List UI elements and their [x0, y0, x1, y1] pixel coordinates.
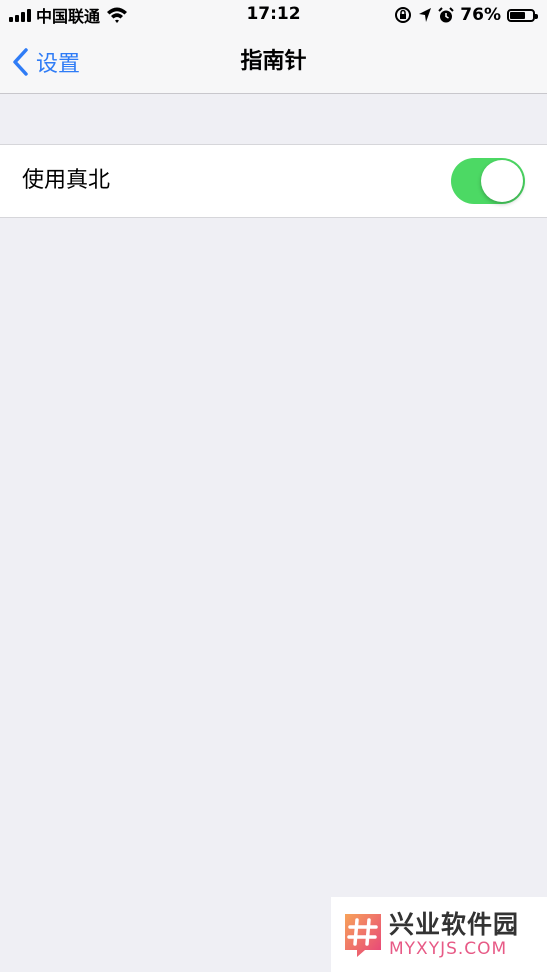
watermark-url: MYXYJS.COM: [389, 939, 508, 959]
page-title: 指南针: [240, 49, 307, 74]
battery-fill: [510, 11, 525, 19]
status-bar: 中国联通 17:12 76%: [0, 0, 547, 30]
rotation-lock-icon: [395, 7, 412, 23]
settings-group: 使用真北: [0, 144, 547, 218]
watermark: 兴业软件园 MYXYJS.COM: [331, 897, 547, 972]
battery-tip: [535, 13, 538, 19]
true-north-label: 使用真北: [22, 168, 111, 193]
alarm-icon: [438, 6, 455, 22]
status-bar-right: 76%: [394, 5, 538, 25]
navigation-bar: 设置 指南针: [0, 30, 547, 94]
true-north-toggle[interactable]: [451, 158, 525, 204]
watermark-name: 兴业软件园: [389, 910, 520, 939]
hashtag-logo-icon: [345, 914, 381, 957]
location-icon: [419, 8, 432, 22]
toggle-knob: [481, 160, 523, 202]
battery-icon: [507, 8, 538, 22]
battery-percentage: 76%: [460, 5, 501, 25]
